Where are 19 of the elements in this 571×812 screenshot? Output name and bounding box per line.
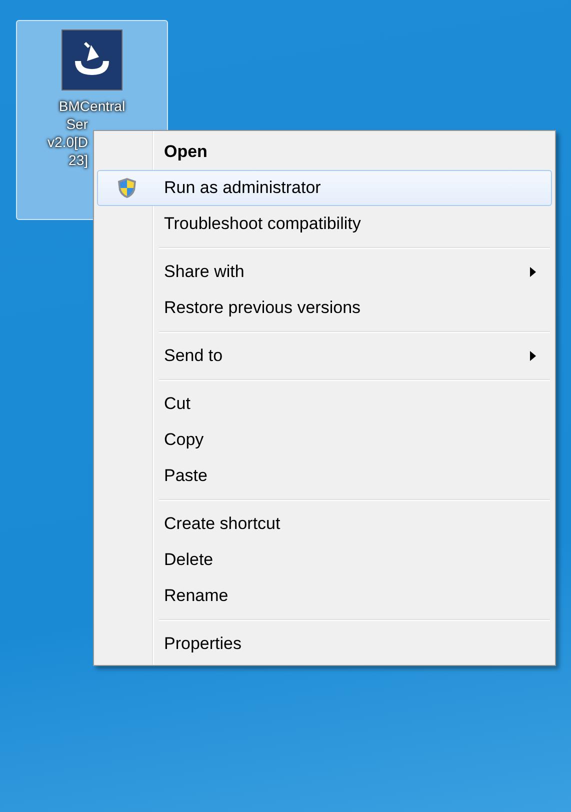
submenu-arrow-icon	[529, 351, 537, 361]
menu-item[interactable]: Create shortcut	[97, 506, 552, 542]
icon-label: Ser	[66, 115, 88, 133]
menu-item[interactable]: Paste	[97, 458, 552, 494]
menu-item[interactable]: Rename	[97, 578, 552, 614]
menu-item[interactable]: Cut	[97, 386, 552, 422]
submenu-arrow-icon	[529, 267, 537, 277]
menu-item[interactable]: Run as administrator	[97, 170, 552, 206]
icon-label: 23]	[68, 151, 88, 169]
menu-item[interactable]: Share with	[97, 254, 552, 290]
app-icon	[61, 29, 123, 91]
menu-item[interactable]: Properties	[97, 626, 552, 662]
menu-item[interactable]: Send to	[97, 338, 552, 374]
icon-label: BMCentral	[58, 97, 126, 115]
shield-icon	[117, 177, 137, 199]
icon-label: v2.0[D	[48, 133, 88, 151]
menu-item[interactable]: Copy	[97, 422, 552, 458]
menu-item[interactable]: Delete	[97, 542, 552, 578]
menu-item[interactable]: Restore previous versions	[97, 290, 552, 326]
